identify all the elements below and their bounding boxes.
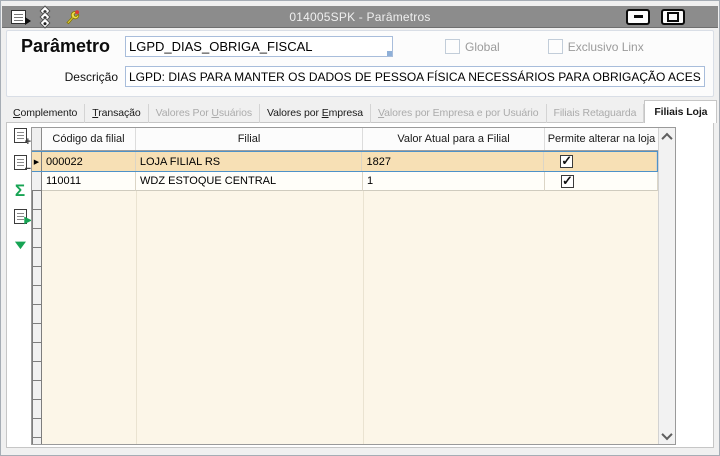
cell-permite: ✓ [545,172,658,191]
scroll-down-button[interactable] [659,427,675,444]
cell-valor: 1827 [362,152,545,171]
column-line [136,191,137,444]
column-header-filial[interactable]: Filial [136,128,363,150]
descricao-input[interactable] [125,66,705,87]
exclusivo-linx-checkbox: Exclusivo Linx [547,39,644,54]
chevron-down-icon [661,428,673,440]
status-stack-icon[interactable] [39,4,51,29]
row-indicator: ▶ [32,152,42,171]
column-header-codigo-da-filial[interactable]: Código da filial [42,128,136,150]
cell-filial: LOJA FILIAL RS [136,152,363,171]
column-header-valor-atual-para-a-filial[interactable]: Valor Atual para a Filial [363,128,545,150]
grid-empty-area [32,191,658,444]
minimize-button[interactable] [626,8,650,25]
insert-record-icon[interactable]: + [11,128,31,148]
cell-permite: ✓ [544,152,658,171]
grid-body: ▶ 000022 LOJA FILIAL RS 1827 ✓ 110011 WDZ ESTO… [32,151,658,444]
delete-record-icon[interactable]: − [11,155,31,175]
parametro-field-wrap [125,36,393,57]
row-indicator [32,172,42,191]
column-header-permite-alterar-na-loja[interactable]: Permite alterar na loja [545,128,658,150]
side-toolbar: + − Σ ▶ ▼ [9,128,32,253]
column-line [363,191,364,444]
tab-valores-por-empresa-e-por-usuario: Valores por Empresa e por Usuário [371,104,547,123]
global-checkbox-box [445,39,460,54]
row-selector-cell [32,419,42,438]
row-selector-cell [32,324,42,343]
cell-valor: 1 [363,172,545,191]
row-selector-cell [32,267,42,286]
tab-content-panel: + − Σ ▶ ▼ Código da filial Filial Valor At… [6,122,714,448]
row-selector-column [32,191,42,444]
grid-scrollbar[interactable] [658,128,675,444]
global-checkbox-label: Global [465,39,500,54]
row-selector-cell [32,229,42,248]
descricao-label: Descrição [64,69,118,84]
window-title: 014005SPK - Parâmetros [289,9,431,24]
grid-selector-header [32,128,42,150]
titlebar: 014005SPK - Parâmetros [2,4,718,29]
parametro-label: Parâmetro [21,36,111,56]
scroll-up-button[interactable] [659,128,675,145]
last-record-icon[interactable]: ▼ [11,236,30,253]
global-checkbox: Global [445,39,500,54]
tab-complemento[interactable]: Complemento [6,104,86,123]
row-selector-cell [32,286,42,305]
row-selector-cell [32,381,42,400]
parameter-header-panel: Parâmetro Global Exclusivo Linx Descriçã… [6,30,714,97]
exclusivo-linx-checkbox-label: Exclusivo Linx [567,39,644,54]
permite-checkbox[interactable]: ✓ [561,174,574,188]
tab-transacao[interactable]: Transação [85,104,149,123]
tab-valores-por-empresa[interactable]: Valores por Empresa [260,104,372,123]
tab-valores-por-usuarios: Valores Por Usuários [149,104,261,123]
sum-icon[interactable]: Σ [11,182,29,199]
parametro-input[interactable] [125,36,393,57]
row-selector-cell [32,191,42,210]
descricao-field-wrap [125,66,705,87]
post-record-icon[interactable]: ▶ [11,209,32,226]
permite-checkbox[interactable]: ✓ [560,154,574,168]
tab-filiais-loja[interactable]: Filiais Loja [644,100,718,123]
wrench-icon[interactable] [64,9,81,25]
row-selector-cell [32,248,42,267]
grid-header: Código da filial Filial Valor Atual para a… [32,128,658,151]
row-selector-cell [32,305,42,324]
row-selector-cell [32,362,42,381]
row-selector-cell [32,400,42,419]
cell-filial: WDZ ESTOQUE CENTRAL [136,172,363,191]
filiais-grid: Código da filial Filial Valor Atual para a… [31,127,676,445]
tab-bar: Complemento Transação Valores Por Usuários… [6,100,718,123]
chevron-up-icon [661,132,673,144]
restore-button[interactable] [661,8,685,25]
cell-codigo: 000022 [42,152,136,171]
table-row[interactable]: ▶ 000022 LOJA FILIAL RS 1827 ✓ [32,151,658,172]
tab-filiais-retaguarda: Filiais Retaguarda [547,104,645,123]
cell-codigo: 110011 [42,172,136,191]
row-selector-cell [32,210,42,229]
run-form-icon[interactable] [11,9,31,25]
row-selector-cell [32,343,42,362]
exclusivo-linx-checkbox-box [547,39,563,54]
table-row[interactable]: 110011 WDZ ESTOQUE CENTRAL 1 ✓ [32,172,658,191]
row-selector-cell [32,438,42,444]
